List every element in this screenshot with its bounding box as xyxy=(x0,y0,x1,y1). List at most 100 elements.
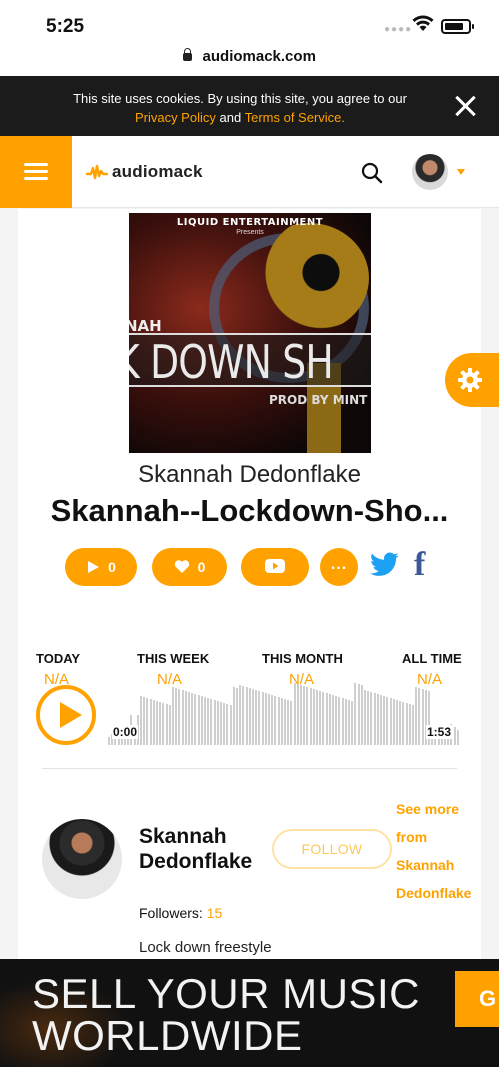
waveform-bar xyxy=(197,695,200,745)
action-bar: 0 0 ... f xyxy=(18,546,481,586)
waveform-bar xyxy=(226,704,229,745)
followers-label: Followers: xyxy=(139,905,203,921)
waveform-bar xyxy=(181,690,184,745)
waveform-bar xyxy=(415,687,418,745)
artist-name[interactable]: Skannah Dedonflake xyxy=(139,824,279,874)
waveform-bar xyxy=(200,696,203,745)
album-cover[interactable]: LIQUID ENTERTAINMENT Presents NAH K DOWN… xyxy=(129,213,371,453)
menu-button[interactable] xyxy=(0,136,72,208)
ad-cta-button[interactable]: G xyxy=(455,971,499,1027)
gear-icon xyxy=(458,368,482,392)
waveform-bar xyxy=(264,693,267,745)
waveform-bar xyxy=(255,690,258,745)
cookie-message: This site uses cookies. By using this si… xyxy=(40,89,440,127)
hamburger-icon xyxy=(24,163,48,166)
waveform-bar xyxy=(184,691,187,745)
followers-number: 15 xyxy=(206,905,223,921)
waveform-bar xyxy=(376,694,379,745)
song-title: Skannah--Lockdown-Sho... xyxy=(50,493,449,528)
waveform-bar xyxy=(300,685,302,745)
twitter-icon[interactable] xyxy=(370,552,400,578)
waveform-bar xyxy=(338,697,341,745)
cover-prod-text: PROD BY MINT xyxy=(269,393,368,407)
waveform-bar xyxy=(392,699,395,745)
waveform-bar xyxy=(380,695,382,745)
waveform-bar xyxy=(399,701,402,745)
user-avatar[interactable] xyxy=(412,154,448,190)
current-time: 0:00 xyxy=(112,725,139,739)
waveform-bar xyxy=(191,693,194,745)
waveform-scrubber[interactable] xyxy=(108,681,460,745)
waveform-bar xyxy=(386,697,389,745)
waveform-bar xyxy=(220,702,222,745)
waveform-bar xyxy=(252,689,254,745)
more-options-button[interactable]: ... xyxy=(320,548,358,586)
waveform-bar xyxy=(389,698,392,745)
waveform-bar xyxy=(188,692,190,745)
status-bar: 5:25 ●●●● xyxy=(0,0,499,44)
song-description: Lock down freestyle xyxy=(139,939,272,956)
address-bar[interactable]: audiomack.com xyxy=(0,44,499,76)
waveform-bar xyxy=(248,688,251,745)
waveform-bar xyxy=(229,705,232,745)
waveform-bar xyxy=(108,737,110,745)
play-count-button[interactable]: 0 xyxy=(65,548,137,586)
ad-line-2: WORLDWIDE xyxy=(32,1012,303,1059)
song-card: LIQUID ENTERTAINMENT Presents NAH K DOWN… xyxy=(18,209,481,969)
waveform-bar xyxy=(271,695,274,745)
waveform-bar xyxy=(204,697,206,745)
chevron-down-icon[interactable] xyxy=(457,169,465,175)
waveform-bar xyxy=(418,688,421,745)
brand-name: audiomack xyxy=(112,162,203,181)
waveform-bar xyxy=(143,697,146,745)
ad-banner[interactable]: SELL YOUR MUSIC WORLDWIDE G xyxy=(0,959,499,1067)
waveform-bar xyxy=(280,698,283,745)
clock: 5:25 xyxy=(46,16,85,37)
playlist-button[interactable] xyxy=(241,548,309,586)
stat-today-label: TODAY xyxy=(36,651,81,666)
cover-key xyxy=(249,223,369,333)
facebook-icon[interactable]: f xyxy=(414,546,425,584)
play-button[interactable] xyxy=(36,685,96,745)
waveform-bar xyxy=(140,696,142,745)
url-text: audiomack.com xyxy=(202,48,316,65)
waveform-bar xyxy=(354,683,357,745)
waveform-bar xyxy=(322,692,325,745)
battery-icon xyxy=(441,19,474,34)
waveform-bar xyxy=(351,701,354,745)
terms-of-service-link[interactable]: Terms of Service xyxy=(245,110,342,125)
artist-avatar[interactable] xyxy=(42,819,122,899)
waveform-bar xyxy=(316,690,318,745)
settings-tab[interactable] xyxy=(445,353,499,407)
waveform-bar xyxy=(402,702,405,745)
waveform-bar xyxy=(152,700,155,745)
waveform-bar xyxy=(408,704,411,745)
close-icon[interactable] xyxy=(452,93,478,119)
waveform-bar xyxy=(364,690,366,745)
waveform-bar xyxy=(344,699,347,745)
cover-presents: Presents xyxy=(236,229,264,236)
privacy-policy-link[interactable]: Privacy Policy xyxy=(135,110,216,125)
waveform-bar xyxy=(277,697,280,745)
waveform-bar xyxy=(287,700,290,745)
waveform-bar xyxy=(412,705,414,745)
see-more-link[interactable]: See more from Skannah Dedonflake xyxy=(396,795,488,907)
song-artist[interactable]: Skannah Dedonflake xyxy=(18,461,481,489)
waveform-bar xyxy=(216,701,219,745)
favorite-button[interactable]: 0 xyxy=(152,548,227,586)
waveform-bar xyxy=(421,689,424,745)
stat-week-label: THIS WEEK xyxy=(137,651,210,666)
search-icon[interactable] xyxy=(361,162,383,184)
waveform-bar xyxy=(453,727,456,745)
waveform-bar xyxy=(335,696,338,745)
follow-button[interactable]: FOLLOW xyxy=(272,829,392,869)
cover-big-text: K DOWN SH xyxy=(129,335,334,389)
waveform-bar xyxy=(194,694,197,745)
waveform-bar xyxy=(156,701,158,745)
audiomack-logo[interactable]: audiomack xyxy=(86,160,203,184)
waveform-bar xyxy=(168,705,171,745)
cover-top-text: LIQUID ENTERTAINMENT xyxy=(176,217,324,228)
wifi-icon xyxy=(412,14,434,37)
cookie-text: This site uses cookies. By using this si… xyxy=(73,91,407,106)
waveform-bar xyxy=(328,694,331,745)
